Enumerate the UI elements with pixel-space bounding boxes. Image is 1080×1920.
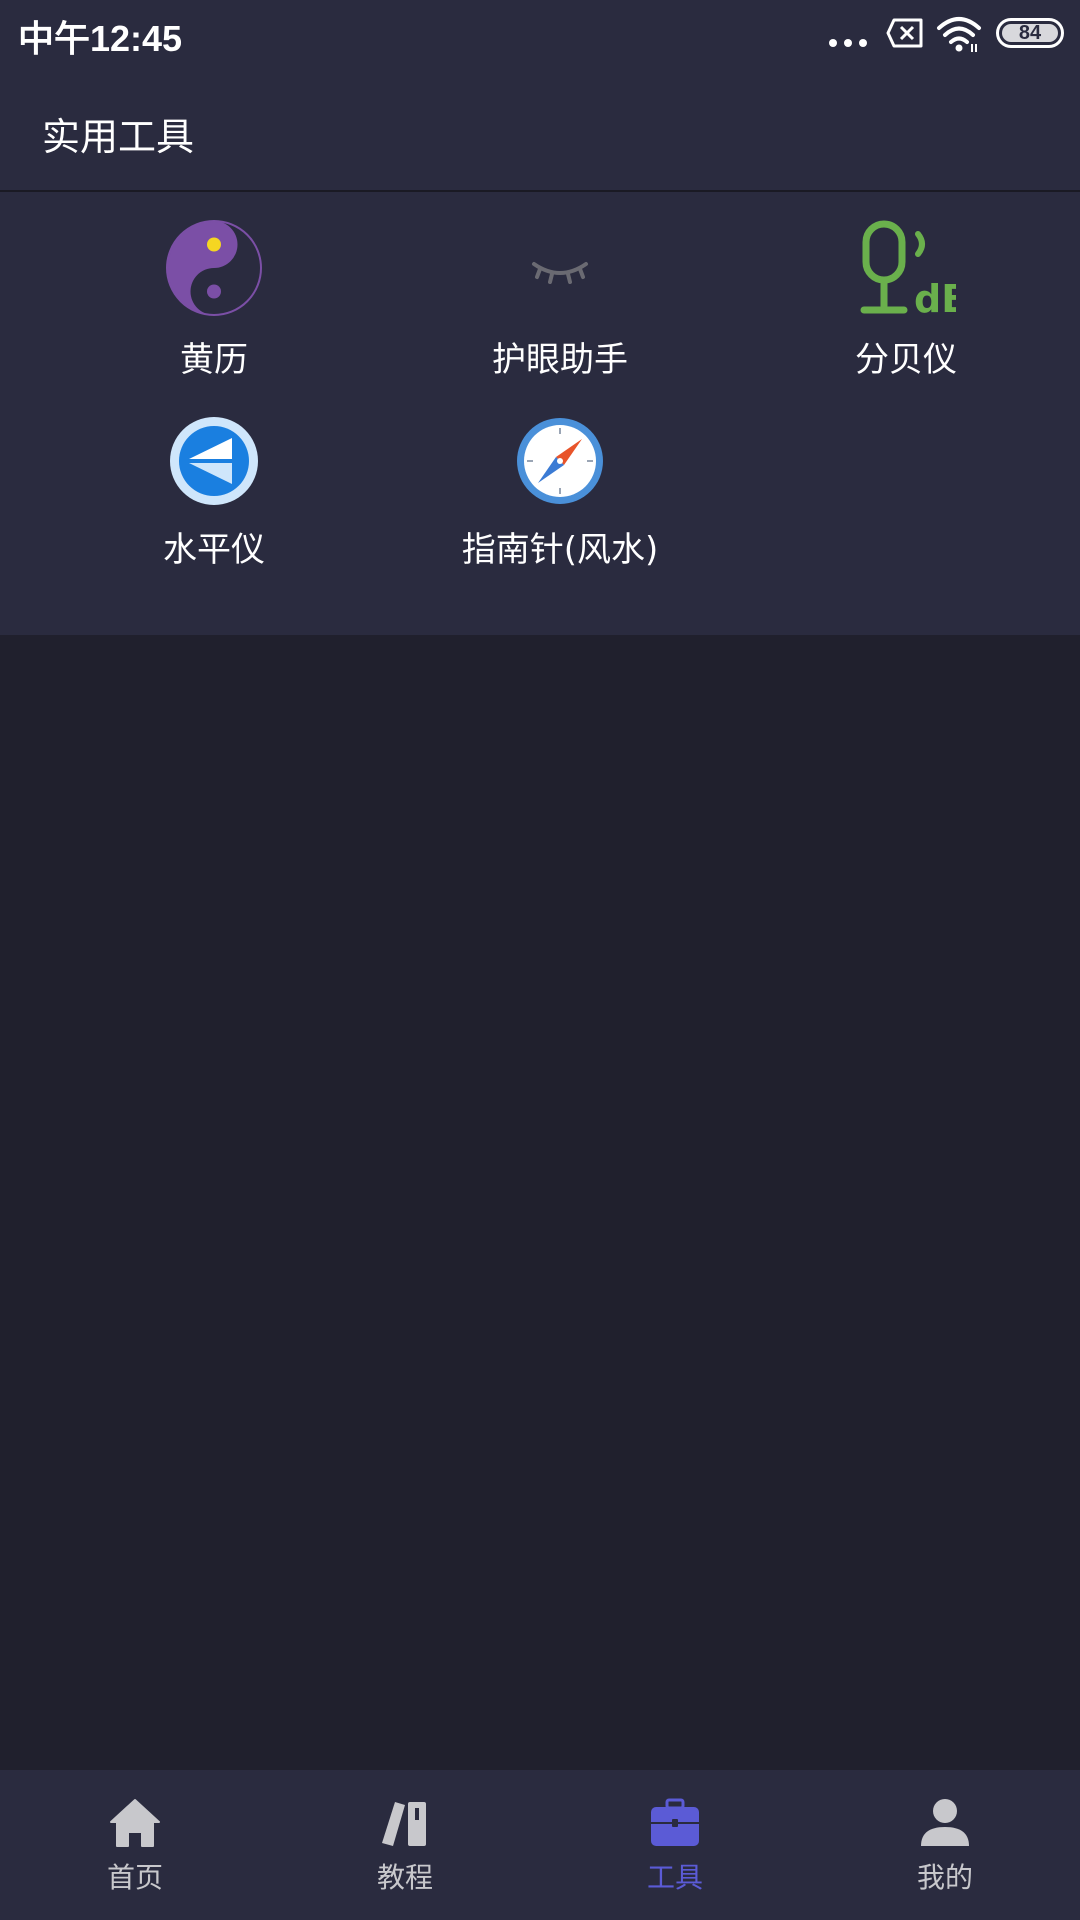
status-bar: 中午12:45 84 xyxy=(0,0,1080,68)
nav-item-home[interactable]: 首页 xyxy=(0,1770,270,1920)
tool-label: 护眼助手 xyxy=(492,340,628,380)
tool-eye-care[interactable]: 护眼助手 xyxy=(410,220,710,381)
tool-spirit-level[interactable]: 水平仪 xyxy=(64,416,364,571)
page-title: 实用工具 xyxy=(42,115,195,159)
closed-eye-icon xyxy=(532,262,588,284)
svg-text:dB: dB xyxy=(914,277,956,316)
tools-grid: 黄历 护眼助手 dB 分贝仪 水平仪 指南针(风水) xyxy=(0,192,1080,635)
nav-label: 教程 xyxy=(376,1861,433,1894)
level-icon xyxy=(170,417,258,505)
bottom-nav: 首页 教程 工具 我的 xyxy=(0,1770,1080,1920)
yin-yang-icon xyxy=(166,220,262,316)
status-time: 中午12:45 xyxy=(18,18,183,59)
nav-item-tools[interactable]: 工具 xyxy=(540,1770,810,1920)
more-dots-icon xyxy=(829,39,867,47)
nav-label: 工具 xyxy=(646,1861,703,1894)
tool-decibel-meter[interactable]: dB 分贝仪 xyxy=(756,220,1056,381)
tool-compass[interactable]: 指南针(风水) xyxy=(410,416,710,571)
tool-label: 指南针(风水) xyxy=(461,530,659,570)
nav-item-profile[interactable]: 我的 xyxy=(810,1770,1080,1920)
nav-label: 我的 xyxy=(916,1861,973,1894)
wifi-icon xyxy=(937,17,981,52)
nav-label: 首页 xyxy=(106,1861,163,1894)
battery-level: 84 xyxy=(1002,23,1058,43)
nav-item-tutorials[interactable]: 教程 xyxy=(270,1770,540,1920)
battery-indicator: 84 xyxy=(996,18,1064,48)
person-icon xyxy=(921,1799,969,1846)
home-icon xyxy=(110,1799,160,1847)
toolbox-icon xyxy=(651,1798,699,1846)
compass-icon xyxy=(517,418,603,504)
screen: 中午12:45 84 实用工具 黄历 护眼助手 dB 分贝仪 水平仪 指南针(风… xyxy=(0,0,1080,1920)
books-icon xyxy=(382,1802,426,1846)
app-header: 实用工具 xyxy=(0,68,1080,192)
tool-label: 黄历 xyxy=(180,340,248,380)
tool-label: 分贝仪 xyxy=(855,340,957,380)
tool-label: 水平仪 xyxy=(163,530,265,570)
microphone-db-icon: dB xyxy=(860,220,956,316)
tool-almanac[interactable]: 黄历 xyxy=(64,220,364,381)
notification-x-icon xyxy=(886,18,923,48)
